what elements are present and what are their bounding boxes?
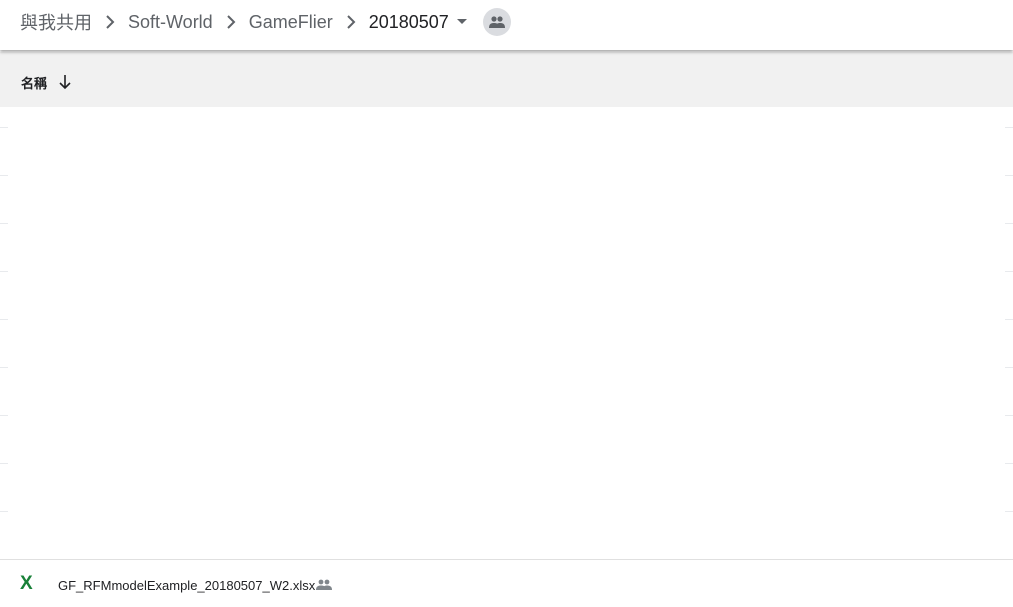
row-divider — [1005, 127, 1013, 128]
row-divider — [0, 415, 8, 416]
breadcrumb-gameflier[interactable]: GameFlier — [249, 12, 333, 33]
row-divider — [1005, 367, 1013, 368]
row-divider — [0, 511, 8, 512]
chevron-right-icon — [333, 0, 369, 44]
row-divider — [0, 175, 8, 176]
breadcrumb-shared-with-me[interactable]: 與我共用 — [20, 9, 92, 35]
breadcrumb-soft-world[interactable]: Soft-World — [128, 12, 213, 33]
row-divider — [0, 271, 8, 272]
file-list — [0, 107, 1013, 560]
people-icon — [316, 579, 332, 590]
caret-down-icon[interactable] — [453, 0, 473, 44]
row-divider — [1005, 415, 1013, 416]
row-divider — [1005, 175, 1013, 176]
top-bar: 與我共用 Soft-World GameFlier 20180507 — [0, 0, 1013, 50]
row-divider — [1005, 223, 1013, 224]
breadcrumb: 與我共用 Soft-World GameFlier 20180507 — [20, 0, 511, 44]
row-divider — [1005, 463, 1013, 464]
row-divider — [0, 223, 8, 224]
row-divider — [0, 367, 8, 368]
row-divider — [1005, 271, 1013, 272]
chevron-right-icon — [213, 0, 249, 44]
breadcrumb-current-folder[interactable]: 20180507 — [369, 12, 449, 33]
row-divider — [0, 319, 8, 320]
row-divider — [1005, 511, 1013, 512]
people-icon — [488, 16, 505, 28]
row-divider — [1005, 319, 1013, 320]
list-item[interactable]: X GF_RFMmodelExample_20180507_W2.xlsx — [0, 559, 1013, 607]
excel-icon: X — [20, 573, 33, 594]
chevron-right-icon — [92, 0, 128, 44]
row-divider — [0, 127, 8, 128]
file-name[interactable]: GF_RFMmodelExample_20180507_W2.xlsx — [58, 578, 315, 593]
name-column-header[interactable]: 名稱 — [21, 73, 47, 92]
arrow-down-icon[interactable] — [58, 74, 72, 90]
list-header: 名稱 — [0, 52, 1013, 107]
row-divider — [0, 463, 8, 464]
shared-folder-button[interactable] — [482, 8, 511, 36]
